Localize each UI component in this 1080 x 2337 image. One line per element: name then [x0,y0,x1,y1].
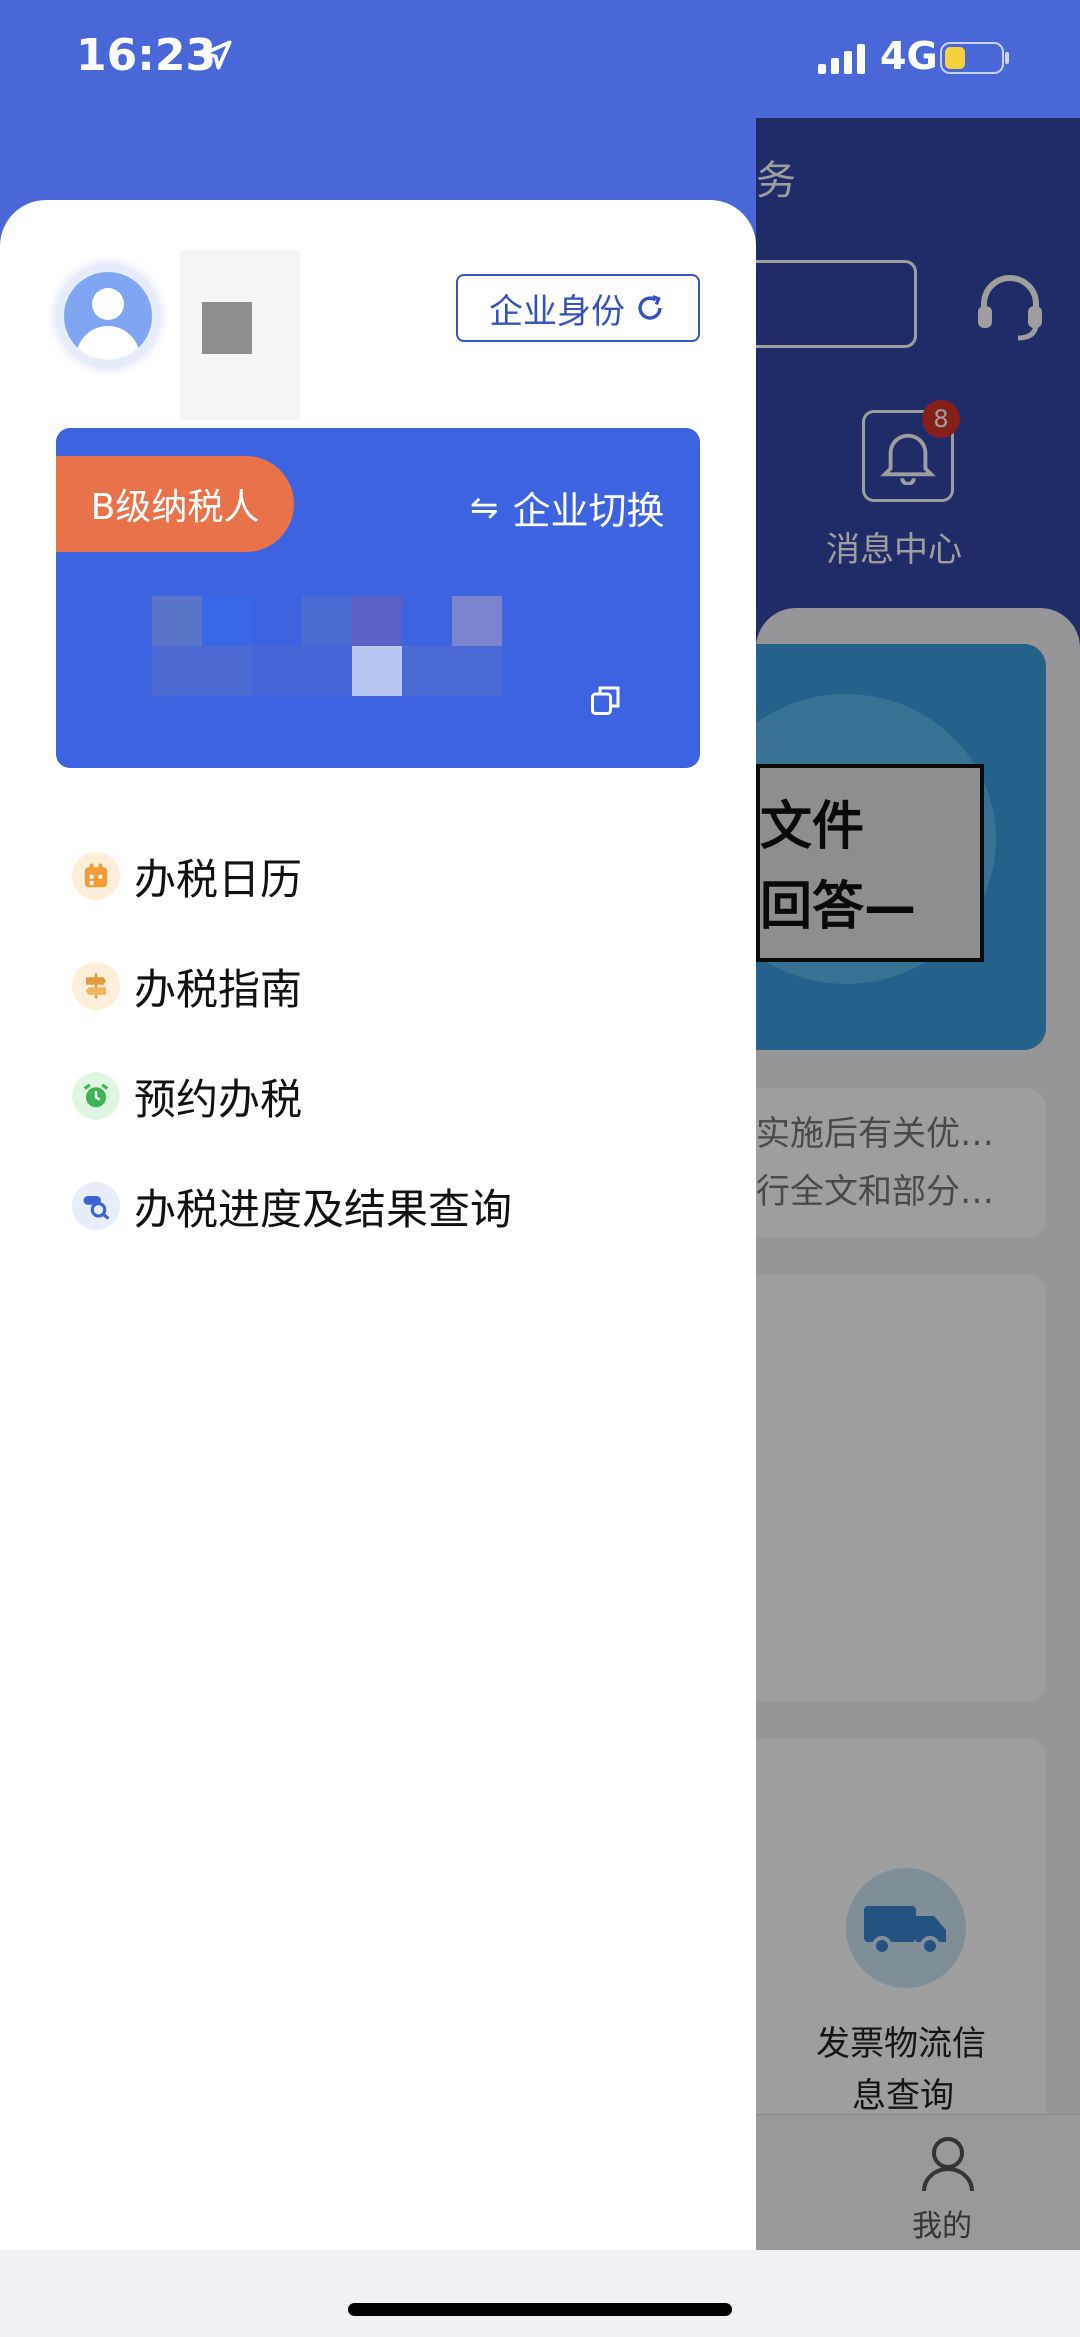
location-arrow-icon [202,40,232,70]
avatar[interactable] [56,264,160,368]
battery-icon [940,42,1009,74]
menu-label: 办税进度及结果查询 [134,1184,513,1234]
switch-company-label: 企业切换 [512,489,665,533]
menu-label: 办税指南 [134,964,303,1014]
redacted-company-name [96,596,566,706]
menu-item-tax-calendar[interactable]: 办税日历 [72,836,302,916]
company-card: B级纳税人 ⇋ 企业切换 [56,428,700,768]
home-indicator[interactable] [348,2303,732,2316]
redacted-name [180,250,300,420]
status-bar: 16:23 4G [0,0,1080,120]
menu-item-tax-guide[interactable]: 办税指南 [72,946,302,1026]
enterprise-identity-button[interactable]: 企业身份 [456,274,700,342]
switch-company-button[interactable]: ⇋ 企业切换 [470,480,665,535]
background-dim-overlay[interactable] [756,118,1080,2250]
alarm-clock-icon [72,1072,120,1120]
menu-label: 办税日历 [134,854,303,904]
home-indicator-area [0,2250,1080,2337]
network-type: 4G [880,34,938,78]
menu-item-appointment[interactable]: 预约办税 [72,1056,302,1136]
menu-label: 预约办税 [134,1074,303,1124]
progress-search-icon [72,1182,120,1230]
status-time: 16:23 [76,30,217,81]
background-app-panel: 务 8 消息中心 文件 回答— 实施后有关优… 行全文和部分… 发票物流信 息查… [756,118,1080,2250]
identity-button-label: 企业身份 [489,291,625,332]
menu-item-progress-query[interactable]: 办税进度及结果查询 [72,1166,512,1246]
signal-icon [818,44,865,74]
switch-arrows-icon: ⇋ [470,487,499,528]
refresh-icon [638,295,662,320]
guide-icon [72,962,120,1010]
copy-icon[interactable] [588,682,624,718]
calendar-icon [72,852,120,900]
side-drawer: 企业身份 B级纳税人 ⇋ 企业切换 办税日历 办税指南 预约办税 办税进度及结果… [0,200,756,2250]
taxpayer-level-badge: B级纳税人 [56,456,294,552]
